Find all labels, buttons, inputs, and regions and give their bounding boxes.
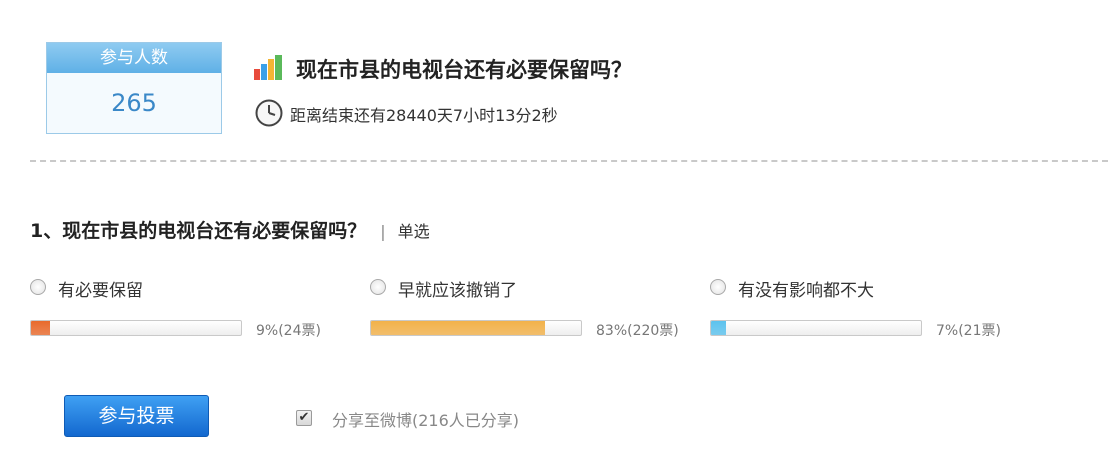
share-label[interactable]: 分享至微博(216人已分享)	[332, 407, 519, 431]
option-2-label[interactable]: 早就应该撤销了	[398, 276, 517, 301]
question-separator: |	[380, 222, 386, 241]
option-1-result-bar	[30, 320, 242, 336]
option-3-radio[interactable]	[710, 279, 726, 295]
question-heading: 1、现在市县的电视台还有必要保留吗？ | 单选	[30, 216, 430, 243]
option-3-result-fill	[711, 321, 726, 335]
question-text: 1、现在市县的电视台还有必要保留吗？	[30, 220, 367, 242]
bar-chart-icon	[254, 55, 282, 80]
participants-label: 参与人数	[47, 43, 221, 73]
option-3-label[interactable]: 有没有影响都不大	[738, 276, 874, 301]
option-3[interactable]: 有没有影响都不大 7%(21票)	[710, 278, 1040, 348]
option-3-result-bar	[710, 320, 922, 336]
section-divider	[30, 160, 1108, 162]
option-2-result-text: 83%(220票)	[596, 323, 679, 339]
option-2-result-fill	[371, 321, 546, 335]
question-type: 单选	[397, 222, 430, 241]
option-1-result-text: 9%(24票)	[256, 323, 321, 339]
option-3-result-text: 7%(21票)	[936, 323, 1001, 339]
option-2-radio[interactable]	[370, 279, 386, 295]
share-checkbox[interactable]: ✔	[296, 410, 312, 426]
option-1[interactable]: 有必要保留 9%(24票)	[30, 278, 360, 348]
vote-button[interactable]: 参与投票	[64, 395, 209, 437]
participants-count: 265	[111, 89, 157, 117]
option-2-result-bar	[370, 320, 582, 336]
participants-box: 参与人数 265	[46, 42, 222, 134]
option-1-radio[interactable]	[30, 279, 46, 295]
checkmark-icon: ✔	[298, 410, 310, 425]
countdown-text: 距离结束还有28440天7小时13分2秒	[290, 106, 558, 125]
option-1-label[interactable]: 有必要保留	[58, 276, 143, 301]
option-2[interactable]: 早就应该撤销了 83%(220票)	[370, 278, 700, 348]
option-1-result-fill	[31, 321, 50, 335]
poll-title: 现在市县的电视台还有必要保留吗？	[296, 58, 632, 82]
clock-icon	[255, 99, 283, 127]
